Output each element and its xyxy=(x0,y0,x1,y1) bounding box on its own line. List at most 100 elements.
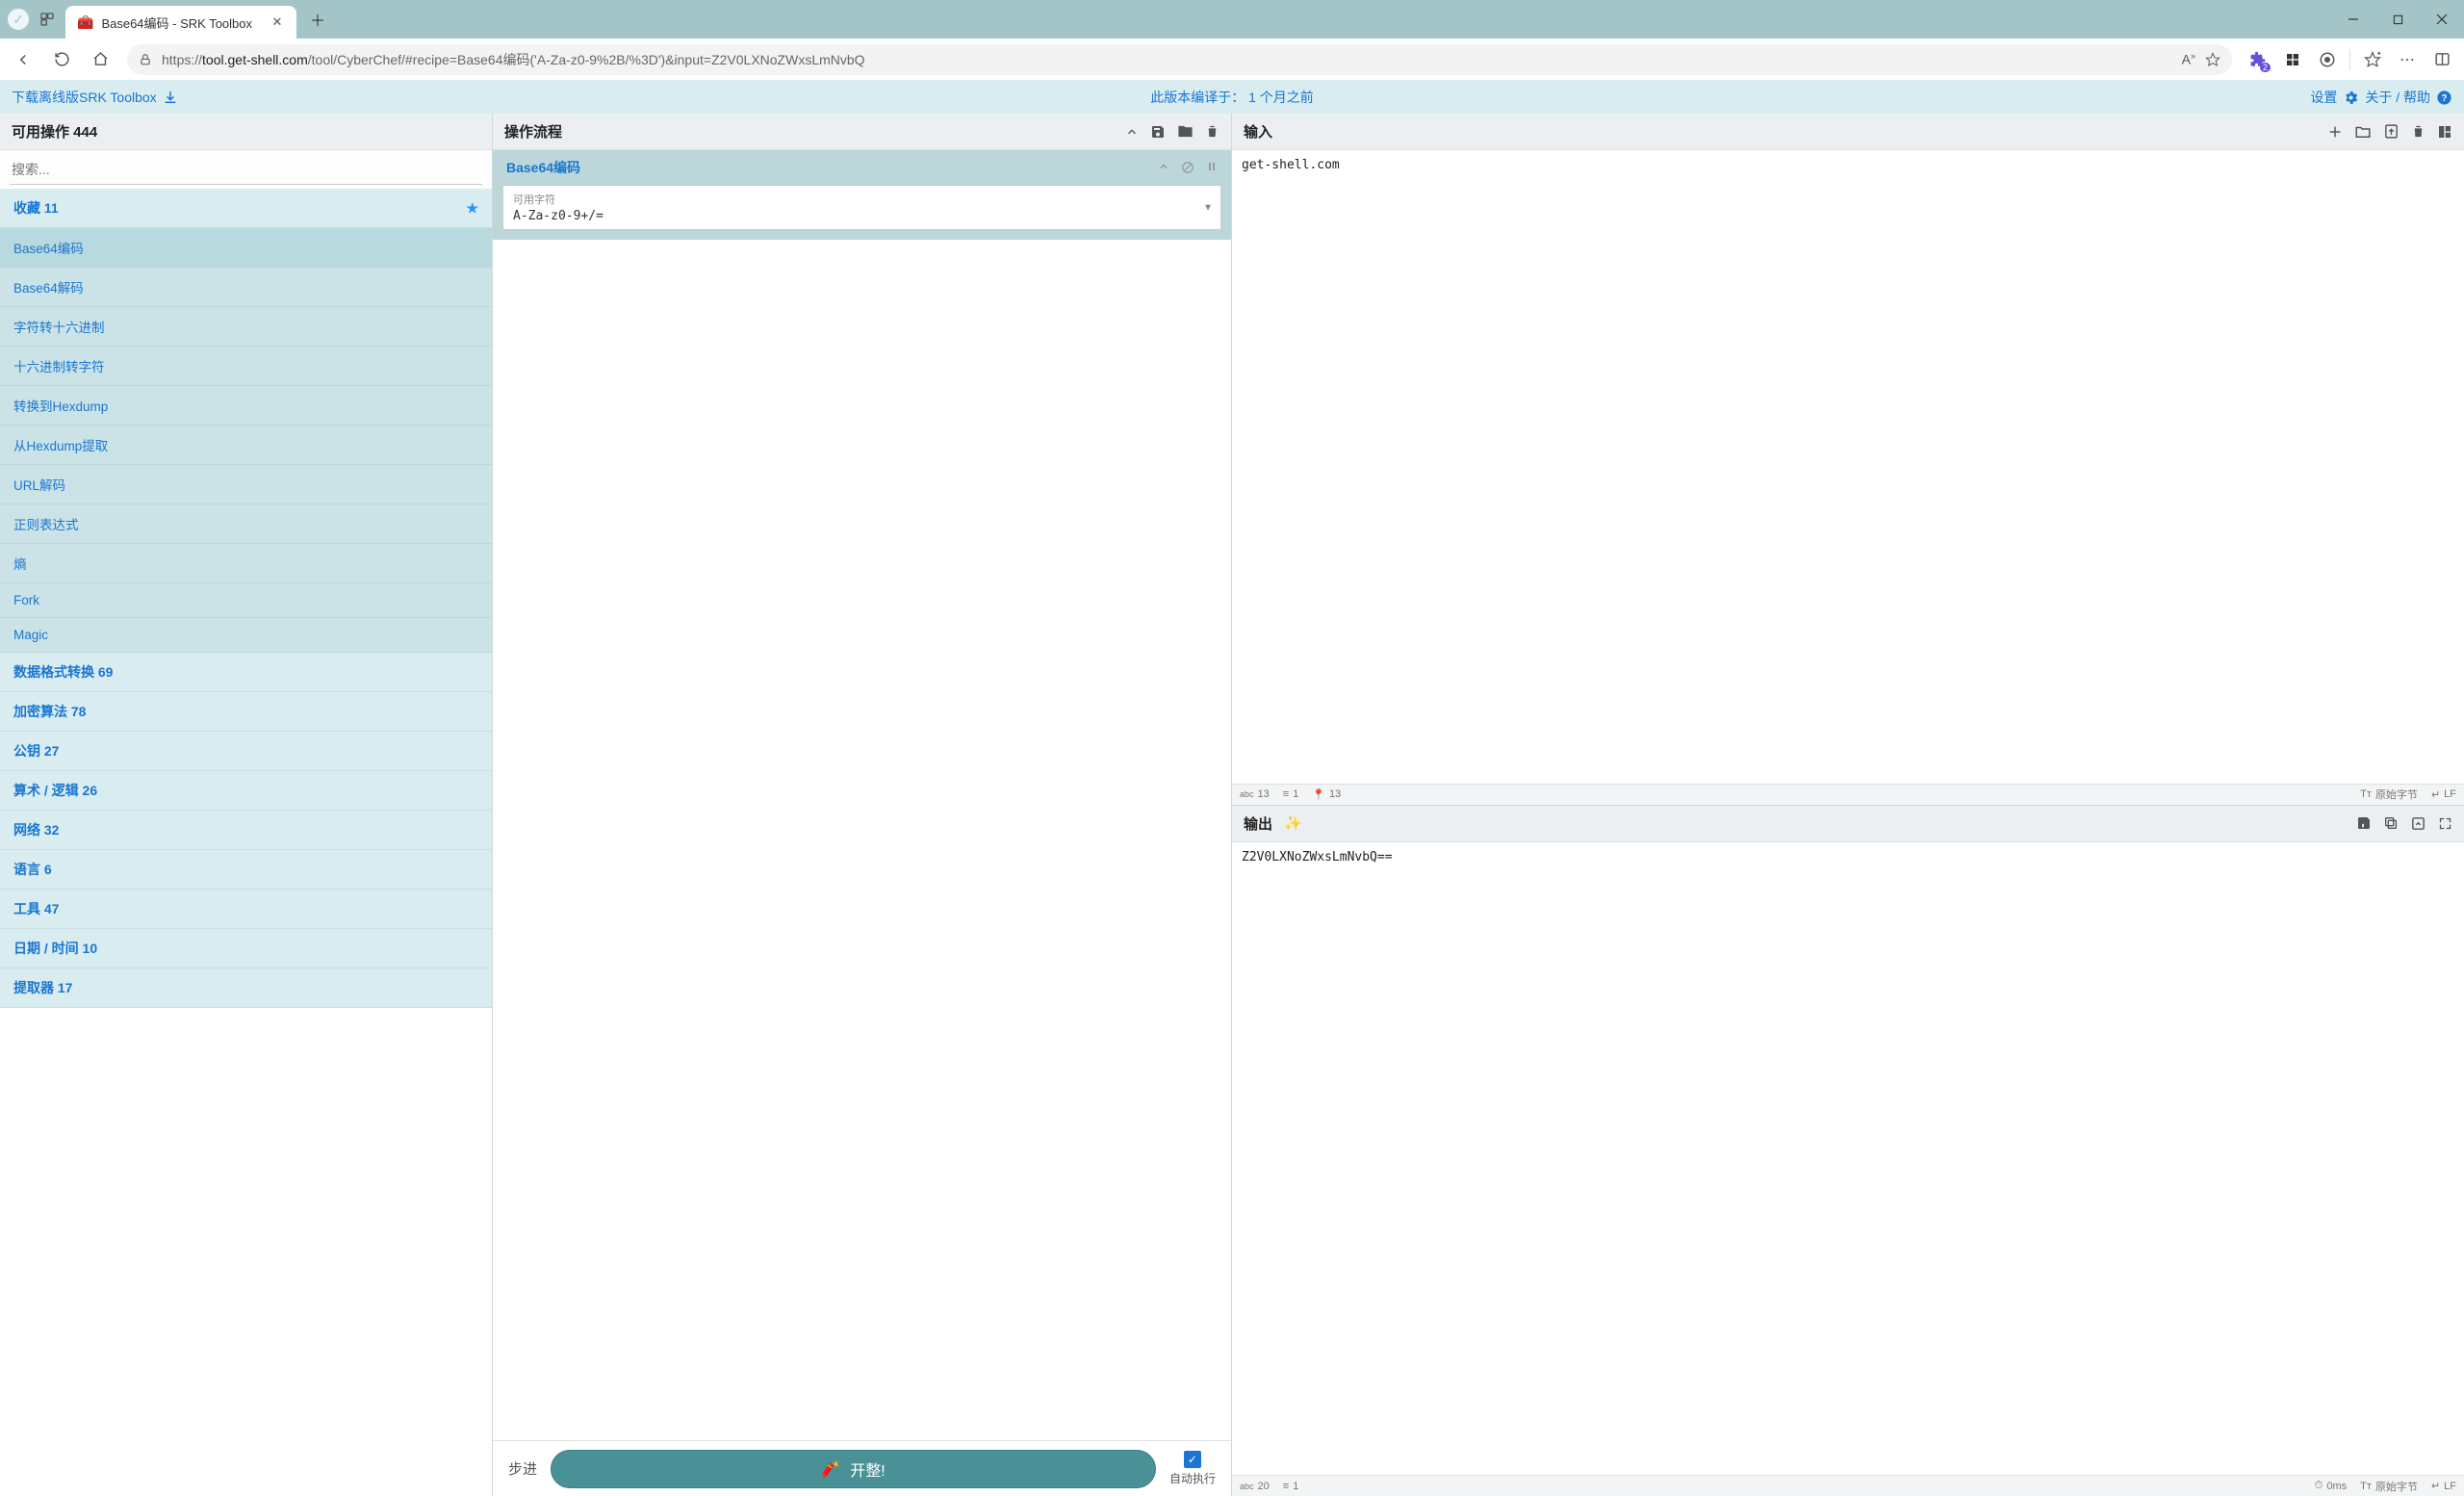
url-bar[interactable]: https://tool.get-shell.com/tool/CyberChe… xyxy=(127,44,2232,75)
settings-more-icon[interactable]: ⋯ xyxy=(2391,43,2424,76)
chevron-up-icon[interactable] xyxy=(1158,161,1169,174)
autobake-label: 自动执行 xyxy=(1169,1470,1216,1486)
input-line-count: ≡ 1 xyxy=(1283,788,1299,800)
op-item[interactable]: Base64解码 xyxy=(0,268,492,307)
op-item[interactable]: Fork xyxy=(0,583,492,618)
op-item[interactable]: 十六进制转字符 xyxy=(0,347,492,386)
recipe-arg-alphabet[interactable]: 可用字符 A-Za-z0-9+/= ▼ xyxy=(502,185,1221,230)
category-header[interactable]: 加密算法 78 xyxy=(0,692,492,732)
autobake-toggle[interactable]: ✓ 自动执行 xyxy=(1169,1451,1216,1486)
browser-toolbar: https://tool.get-shell.com/tool/CyberChe… xyxy=(0,39,2464,81)
favorite-icon[interactable] xyxy=(2205,52,2220,67)
profile-icon[interactable]: ✓ xyxy=(8,9,29,30)
close-window-button[interactable] xyxy=(2420,0,2464,39)
browser-tab-active[interactable]: 🧰 Base64编码 - SRK Toolbox ✕ xyxy=(65,6,296,39)
maximize-button[interactable] xyxy=(2375,0,2420,39)
new-tab-button[interactable]: ＋ xyxy=(304,6,331,33)
open-file-icon[interactable] xyxy=(2383,123,2400,141)
recipe-op-icons xyxy=(1158,161,1218,174)
chevron-up-icon[interactable] xyxy=(1125,123,1139,140)
workspaces-icon[interactable] xyxy=(37,9,58,30)
download-link[interactable]: 下载离线版SRK Toolbox xyxy=(12,88,157,107)
favorites-bar-icon[interactable] xyxy=(2356,43,2389,76)
bake-icon: 🧨 xyxy=(821,1459,840,1479)
operations-title-bar: 可用操作 444 xyxy=(0,114,492,150)
recipe-op-base64[interactable]: Base64编码 可用字符 A-Za-z0-9+/= ▼ xyxy=(493,150,1231,240)
input-title-bar: 输入 xyxy=(1232,114,2464,150)
op-item[interactable]: 字符转十六进制 xyxy=(0,307,492,347)
compiled-time-link[interactable]: 1 个月之前 xyxy=(1248,90,1314,105)
search-input[interactable] xyxy=(10,154,482,185)
op-item[interactable]: 正则表达式 xyxy=(0,504,492,544)
gear-icon[interactable] xyxy=(2343,90,2359,106)
favourites-header[interactable]: 收藏 11 ★ xyxy=(0,189,492,228)
input-eol[interactable]: ↵ LF xyxy=(2431,787,2456,802)
extension-grid-icon[interactable] xyxy=(2276,43,2309,76)
reset-layout-icon[interactable] xyxy=(2437,123,2452,141)
star-icon: ★ xyxy=(466,200,478,217)
toolbar-right: 2 ⋯ xyxy=(2242,43,2458,76)
output-eol[interactable]: ↵ LF xyxy=(2431,1479,2456,1494)
close-icon[interactable]: ✕ xyxy=(270,14,285,30)
save-recipe-icon[interactable] xyxy=(1150,123,1166,140)
category-header[interactable]: 算术 / 逻辑 26 xyxy=(0,771,492,811)
recipe-drop-area[interactable] xyxy=(493,240,1231,1440)
read-aloud-icon[interactable]: A» xyxy=(2182,51,2195,67)
maximise-output-icon[interactable] xyxy=(2438,815,2452,832)
svg-text:?: ? xyxy=(2441,93,2447,104)
compiled-label: 此版本编译于： xyxy=(1150,90,1245,105)
replace-input-icon[interactable] xyxy=(2410,815,2426,832)
category-header[interactable]: 网络 32 xyxy=(0,811,492,850)
op-item[interactable]: URL解码 xyxy=(0,465,492,504)
clear-input-icon[interactable] xyxy=(2411,123,2426,141)
extensions-menu-icon[interactable] xyxy=(2311,43,2344,76)
input-text[interactable]: get-shell.com xyxy=(1232,150,2464,784)
load-recipe-icon[interactable] xyxy=(1177,123,1194,140)
category-header[interactable]: 提取器 17 xyxy=(0,968,492,1008)
arg-value: A-Za-z0-9+/= xyxy=(513,209,1211,223)
category-header[interactable]: 日期 / 时间 10 xyxy=(0,929,492,968)
copy-output-icon[interactable] xyxy=(2383,815,2399,832)
chevron-down-icon[interactable]: ▼ xyxy=(1203,202,1213,213)
pause-op-icon[interactable] xyxy=(1206,161,1218,174)
recipe-title: 操作流程 xyxy=(504,121,562,142)
search-wrap xyxy=(0,150,492,189)
category-header[interactable]: 数据格式转换 69 xyxy=(0,653,492,692)
category-header[interactable]: 语言 6 xyxy=(0,850,492,890)
input-encoding[interactable]: Tт 原始字节 xyxy=(2360,787,2418,802)
save-output-icon[interactable] xyxy=(2356,815,2372,832)
help-icon[interactable]: ? xyxy=(2436,90,2452,106)
extension-puzzle-icon[interactable]: 2 xyxy=(2242,43,2274,76)
clear-recipe-icon[interactable] xyxy=(1205,123,1219,140)
output-encoding[interactable]: Tт 原始字节 xyxy=(2360,1479,2418,1494)
about-link[interactable]: 关于 / 帮助 xyxy=(2365,88,2430,107)
bake-button[interactable]: 🧨 开整! xyxy=(551,1450,1156,1488)
operations-list[interactable]: 收藏 11 ★ Base64编码Base64解码字符转十六进制十六进制转字符转换… xyxy=(0,189,492,1496)
op-item[interactable]: 熵 xyxy=(0,544,492,583)
op-item[interactable]: 转换到Hexdump xyxy=(0,386,492,426)
download-icon[interactable] xyxy=(163,90,178,105)
settings-link[interactable]: 设置 xyxy=(2310,88,2337,107)
window-controls xyxy=(2331,0,2464,39)
output-title: 输出 xyxy=(1244,813,1272,834)
add-input-icon[interactable] xyxy=(2327,123,2343,141)
home-button[interactable] xyxy=(83,42,117,77)
recipe-footer: 步进 🧨 开整! ✓ 自动执行 xyxy=(493,1440,1231,1496)
back-button[interactable] xyxy=(6,42,40,77)
output-text[interactable]: Z2V0LXNoZWxsLmNvbQ== xyxy=(1232,842,2464,1476)
minimize-button[interactable] xyxy=(2331,0,2375,39)
input-char-count: abc13 xyxy=(1240,788,1270,800)
open-folder-icon[interactable] xyxy=(2354,123,2372,141)
category-header[interactable]: 工具 47 xyxy=(0,890,492,929)
op-item[interactable]: Magic xyxy=(0,618,492,653)
magic-wand-icon[interactable]: ✨ xyxy=(1284,814,1302,832)
tab-strip: 🧰 Base64编码 - SRK Toolbox ✕ ＋ xyxy=(65,0,331,39)
app-banner: 下载离线版SRK Toolbox 此版本编译于： 1 个月之前 设置 关于 / … xyxy=(0,81,2464,114)
op-item[interactable]: 从Hexdump提取 xyxy=(0,426,492,465)
op-item[interactable]: Base64编码 xyxy=(0,228,492,268)
split-screen-icon[interactable] xyxy=(2426,43,2458,76)
refresh-button[interactable] xyxy=(44,42,79,77)
disable-op-icon[interactable] xyxy=(1181,161,1194,174)
category-header[interactable]: 公钥 27 xyxy=(0,732,492,771)
step-button[interactable]: 步进 xyxy=(508,1458,537,1479)
